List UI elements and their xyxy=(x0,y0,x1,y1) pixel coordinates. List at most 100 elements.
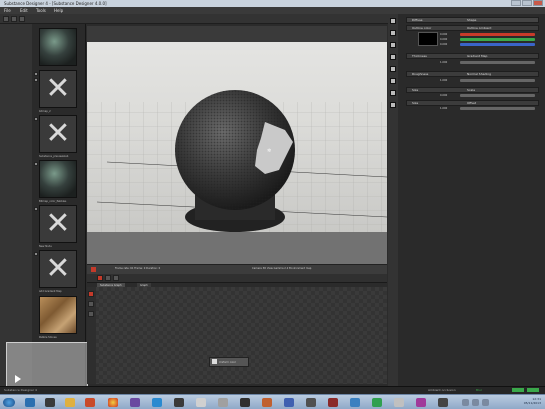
record-icon[interactable] xyxy=(91,267,96,272)
missing-thumbnail-icon[interactable]: ✕ xyxy=(39,70,77,108)
panel-icon[interactable] xyxy=(390,78,396,84)
taskbar-app-icon[interactable] xyxy=(152,398,162,407)
status-ao: Ambient occlusion xyxy=(428,388,456,392)
value-field[interactable]: 1.000 xyxy=(440,61,447,64)
menu-tools[interactable]: Tools xyxy=(36,8,46,13)
offset-slider[interactable] xyxy=(460,107,535,110)
volume-icon[interactable] xyxy=(472,399,479,406)
stop-icon[interactable] xyxy=(97,275,103,281)
thickness-slider[interactable] xyxy=(460,61,535,64)
color-swatch[interactable] xyxy=(418,32,438,46)
taskbar-app-icon[interactable] xyxy=(284,398,294,407)
taskbar-app-icon[interactable] xyxy=(262,398,272,407)
panel-icon[interactable] xyxy=(390,102,396,108)
missing-thumbnail-icon[interactable]: ✕ xyxy=(39,115,77,153)
menu-file[interactable]: File xyxy=(4,8,11,13)
taskbar-app-icon[interactable] xyxy=(240,398,250,407)
taskbar-app-icon[interactable] xyxy=(438,398,448,407)
taskbar-app-icon[interactable] xyxy=(394,398,404,407)
header-left: Diffuse xyxy=(412,18,423,22)
panel-icon[interactable] xyxy=(390,30,396,36)
property-row[interactable]: Size Scale xyxy=(406,87,539,93)
system-clock[interactable]: 12:31 05/11/2013 xyxy=(524,397,541,405)
graph-tool-icon[interactable] xyxy=(88,301,94,307)
red-slider[interactable] xyxy=(460,33,535,36)
property-value: Scale xyxy=(467,88,476,92)
folder-icon[interactable] xyxy=(65,398,75,407)
value-field[interactable]: 0.000 xyxy=(440,38,447,41)
pause-icon[interactable] xyxy=(113,275,119,281)
status-left: Substance Designer 4 xyxy=(4,388,37,392)
panel-icon[interactable] xyxy=(390,18,396,24)
slot-option-icon[interactable] xyxy=(34,117,38,121)
scale-slider[interactable] xyxy=(460,94,535,97)
slot-option-icon[interactable] xyxy=(34,72,38,76)
panel-icon[interactable] xyxy=(390,66,396,72)
new-icon[interactable] xyxy=(3,16,9,22)
viewport-statusbar: Frame rate: 61 Frame: 0 Duration: 0 Came… xyxy=(87,264,387,274)
missing-thumbnail-icon[interactable]: ✕ xyxy=(39,250,77,288)
slot-option-icon[interactable] xyxy=(34,78,38,82)
material-thumbnail[interactable] xyxy=(39,160,77,198)
menu-help[interactable]: Help xyxy=(54,8,63,13)
material-thumbnail[interactable] xyxy=(39,296,77,334)
viewport-scene[interactable]: ✲ xyxy=(87,42,387,232)
3d-viewport[interactable]: ✲ xyxy=(87,42,387,232)
property-row[interactable]: Thickness Gradient Map xyxy=(406,53,539,59)
panel-icon[interactable] xyxy=(390,54,396,60)
value-field[interactable]: 0.000 xyxy=(440,94,447,97)
graph-node[interactable]: Uniform color xyxy=(209,357,249,367)
save-icon[interactable] xyxy=(19,16,25,22)
taskbar-app-icon[interactable] xyxy=(130,398,140,407)
property-label: Outline color xyxy=(412,26,432,30)
play-button-icon[interactable] xyxy=(105,275,111,281)
taskbar-app-icon[interactable] xyxy=(218,398,228,407)
taskbar-app-icon[interactable] xyxy=(45,398,55,407)
graph-tool-icon[interactable] xyxy=(88,311,94,317)
slot-label: Add Gradient Map xyxy=(39,290,62,293)
taskbar-app-icon[interactable] xyxy=(85,398,95,407)
taskbar-app-icon[interactable] xyxy=(372,398,382,407)
network-icon[interactable] xyxy=(482,399,489,406)
close-button[interactable] xyxy=(533,0,543,6)
value-field[interactable]: 0.000 xyxy=(440,43,447,46)
start-button-icon[interactable] xyxy=(3,398,15,407)
taskbar-app-icon[interactable] xyxy=(174,398,184,407)
status-blur: Blur xyxy=(476,388,483,392)
tray-icon[interactable] xyxy=(462,399,469,406)
maximize-button[interactable] xyxy=(522,0,532,6)
minimize-button[interactable] xyxy=(511,0,521,6)
menu-edit[interactable]: Edit xyxy=(20,8,28,13)
taskbar-app-icon[interactable] xyxy=(350,398,360,407)
property-row[interactable]: Roughness Normal Shading xyxy=(406,71,539,77)
property-row[interactable]: Outline color Outline Ambient xyxy=(406,25,539,31)
graph-tool-icon[interactable] xyxy=(88,291,94,297)
roughness-slider[interactable] xyxy=(460,79,535,82)
panel-icon[interactable] xyxy=(390,90,396,96)
viewport-footer xyxy=(87,232,387,268)
taskbar-app-icon[interactable] xyxy=(25,398,35,407)
taskbar-app-icon[interactable] xyxy=(328,398,338,407)
value-field[interactable]: 1.000 xyxy=(440,107,447,110)
graph-canvas[interactable] xyxy=(87,287,387,384)
taskbar-app-icon[interactable] xyxy=(306,398,316,407)
taskbar-app-icon[interactable] xyxy=(196,398,206,407)
green-slider[interactable] xyxy=(460,38,535,41)
panel-icon[interactable] xyxy=(390,42,396,48)
slot-option-icon[interactable] xyxy=(34,207,38,211)
property-label: Thickness xyxy=(412,54,427,58)
chrome-icon[interactable] xyxy=(108,398,118,407)
material-thumbnail[interactable] xyxy=(39,28,77,66)
value-field[interactable]: 1.000 xyxy=(440,79,447,82)
open-icon[interactable] xyxy=(11,16,17,22)
status-bar: Substance Designer 4 Ambient occlusion B… xyxy=(0,386,545,394)
taskbar-app-icon[interactable] xyxy=(416,398,426,407)
blue-slider[interactable] xyxy=(460,43,535,46)
graph-toolbar xyxy=(87,274,387,283)
slot-option-icon[interactable] xyxy=(34,162,38,166)
missing-thumbnail-icon[interactable]: ✕ xyxy=(39,205,77,243)
value-field[interactable]: 0.000 xyxy=(440,33,447,36)
slot-option-icon[interactable] xyxy=(34,252,38,256)
property-row[interactable]: Size Offset xyxy=(406,100,539,106)
slot-label: New Node xyxy=(39,245,52,248)
